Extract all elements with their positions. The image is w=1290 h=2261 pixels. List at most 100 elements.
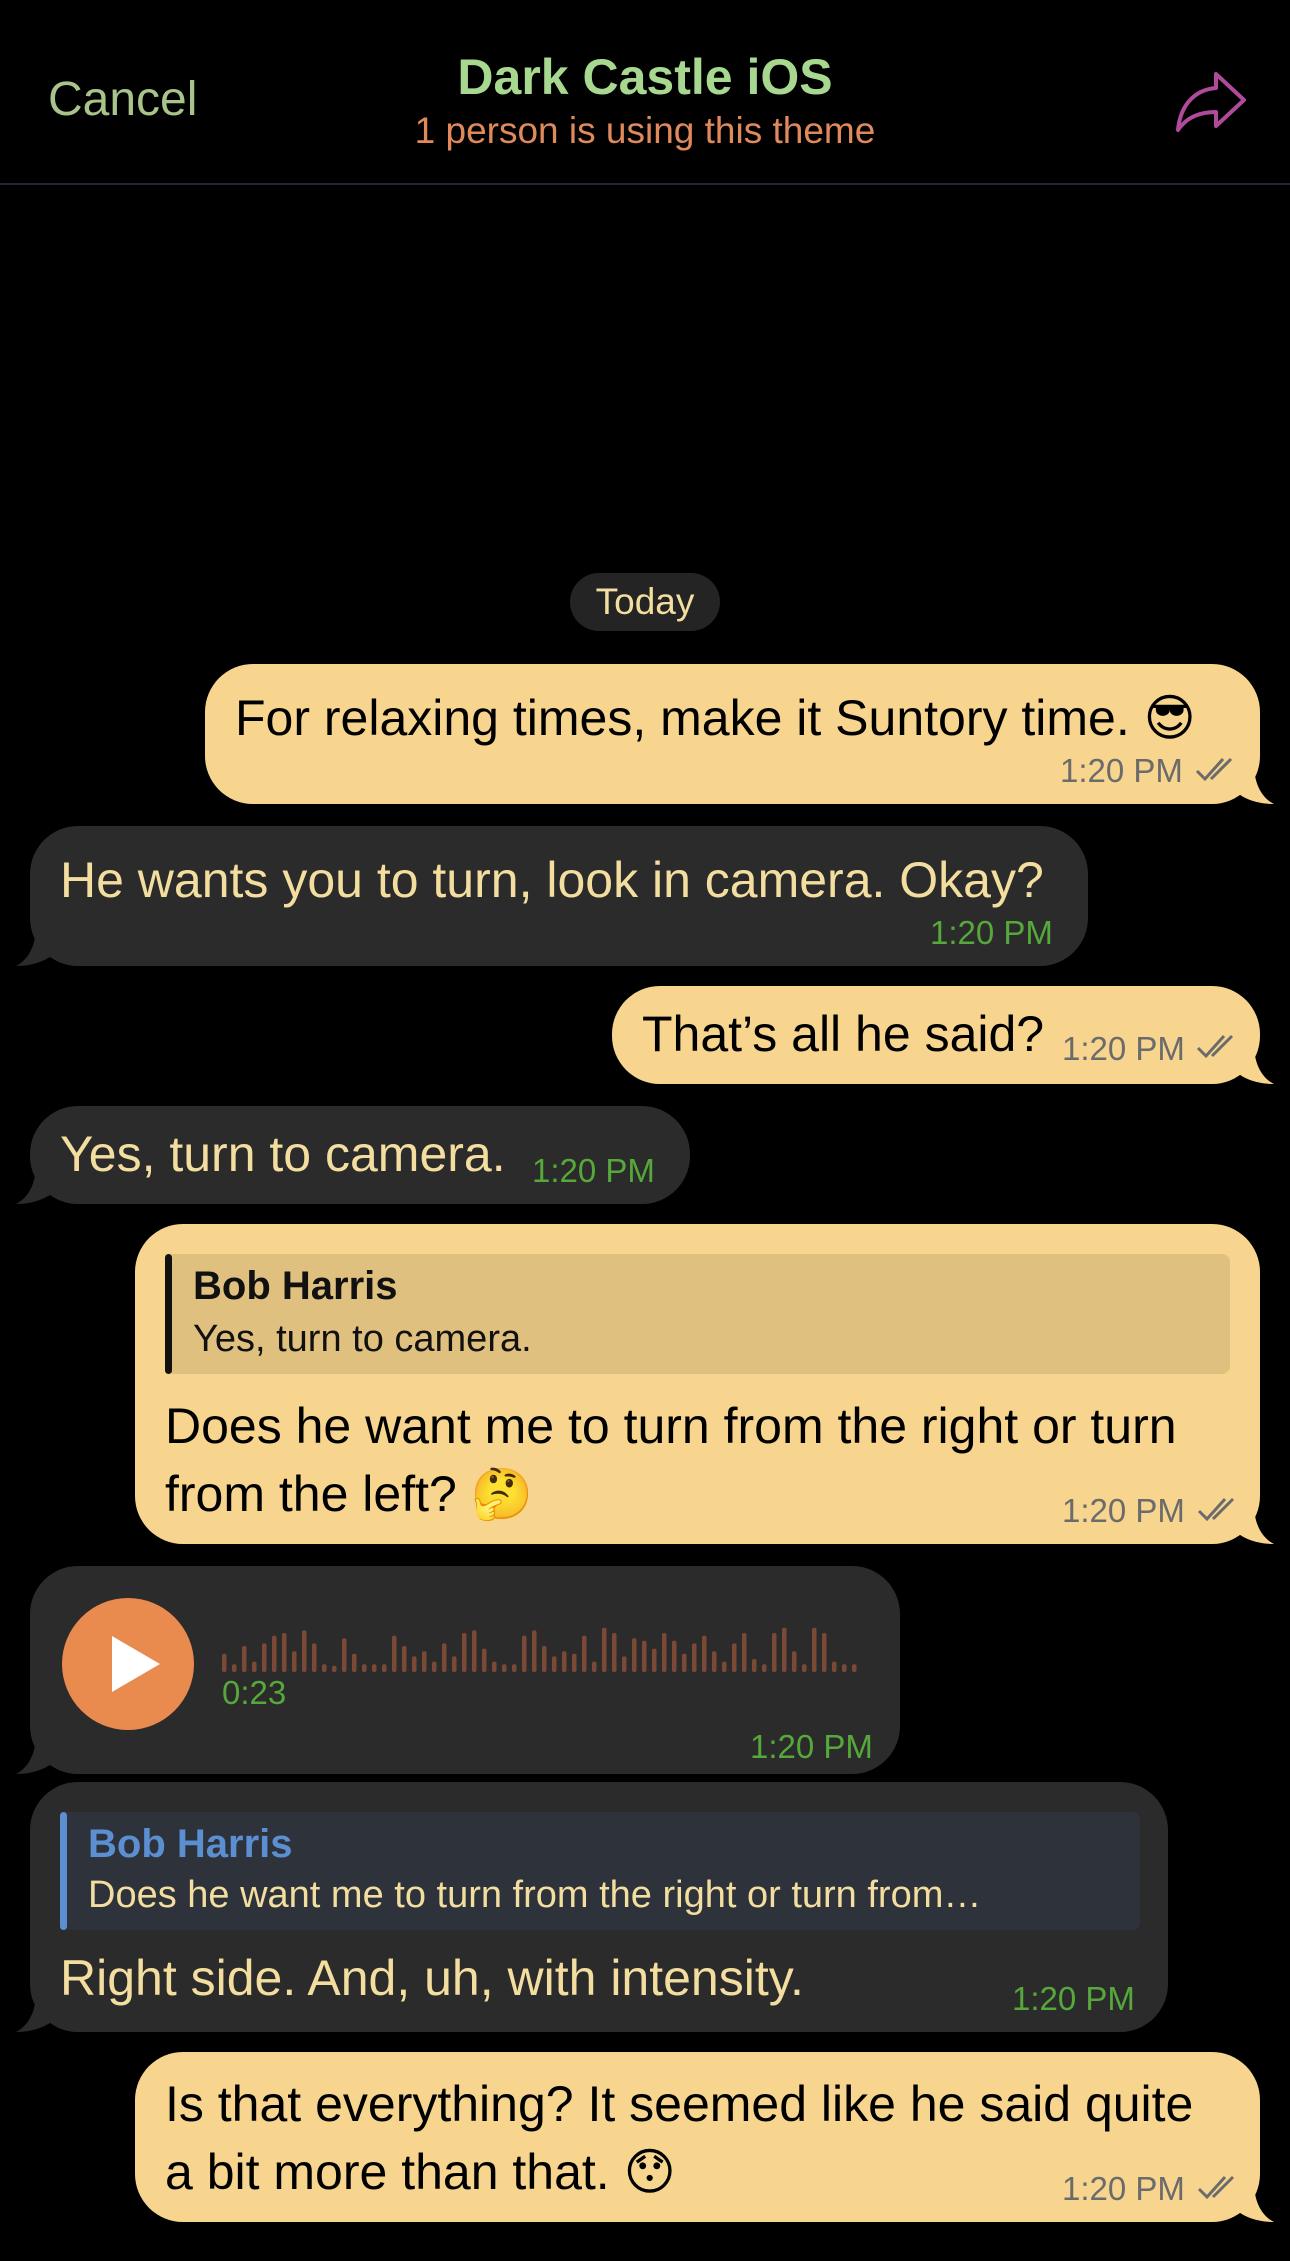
- bubble-tail: [1234, 1044, 1274, 1084]
- reply-quote[interactable]: Bob Harris Yes, turn to camera.: [165, 1254, 1230, 1374]
- message-time: 1:20 PM: [1062, 2170, 1185, 2207]
- message-bubble-incoming[interactable]: Bob Harris Does he want me to turn from …: [16, 1782, 1168, 2032]
- waveform-bar: [222, 1653, 227, 1672]
- waveform-bar: [592, 1661, 597, 1672]
- reply-author: Bob Harris: [193, 1264, 398, 1308]
- waveform-bar: [502, 1664, 507, 1672]
- waveform-bar: [482, 1648, 487, 1672]
- message-text-line: Does he want me to turn from the right o…: [165, 1398, 1177, 1454]
- date-separator: Today: [570, 573, 720, 631]
- message-text: For relaxing times, make it Suntory time…: [235, 690, 1196, 746]
- play-icon: [112, 1636, 160, 1692]
- message-bubble-incoming[interactable]: He wants you to turn, look in camera. Ok…: [16, 826, 1088, 966]
- bubble-tail: [16, 926, 56, 966]
- waveform-bar: [432, 1661, 437, 1672]
- message-text: Yes, turn to camera.: [60, 1126, 506, 1182]
- waveform-bar: [602, 1627, 607, 1672]
- reply-text: Does he want me to turn from the right o…: [88, 1874, 982, 1916]
- waveform-bar: [252, 1661, 257, 1672]
- waveform-bar: [332, 1665, 337, 1672]
- waveform-bar: [742, 1633, 747, 1672]
- waveform-bar: [442, 1643, 447, 1672]
- waveform-bar: [762, 1664, 767, 1672]
- waveform-bar: [752, 1659, 757, 1672]
- message-time: 1:20 PM: [1062, 1492, 1185, 1529]
- waveform-bar: [292, 1651, 297, 1672]
- waveform-bar: [472, 1630, 477, 1672]
- waveform-bar: [352, 1653, 357, 1672]
- waveform-bar: [772, 1633, 777, 1672]
- waveform-bar: [342, 1638, 347, 1672]
- waveform-bar: [572, 1653, 577, 1672]
- voice-duration: 0:23: [222, 1674, 287, 1711]
- waveform-bar: [412, 1656, 417, 1672]
- waveform-bar: [722, 1661, 727, 1672]
- share-arrow-icon[interactable]: [1172, 66, 1250, 136]
- waveform-bar: [232, 1664, 237, 1672]
- reply-quote[interactable]: Bob Harris Does he want me to turn from …: [60, 1812, 1140, 1930]
- message-text: Right side. And, uh, with intensity.: [60, 1950, 804, 2006]
- message-time: 1:20 PM: [532, 1152, 655, 1189]
- waveform-bar: [622, 1656, 627, 1672]
- waveform-bar: [632, 1638, 637, 1672]
- reply-bar: [60, 1812, 67, 1930]
- waveform-bar: [272, 1635, 277, 1672]
- waveform-bar: [362, 1664, 367, 1672]
- voice-message-bubble[interactable]: 0:23 1:20 PM: [16, 1566, 900, 1774]
- waveform-bar: [812, 1627, 817, 1672]
- waveform-bar: [782, 1627, 787, 1672]
- waveform-bar: [552, 1656, 557, 1672]
- bubble-tail: [1234, 764, 1274, 804]
- waveform-bar: [662, 1633, 667, 1672]
- message-bubble-outgoing[interactable]: Is that everything? It seemed like he sa…: [135, 2052, 1274, 2222]
- waveform-bar: [832, 1661, 837, 1672]
- waveform-bar: [682, 1653, 687, 1672]
- voice-waveform[interactable]: [222, 1618, 872, 1674]
- waveform-bar: [422, 1651, 427, 1672]
- waveform-bar: [512, 1664, 517, 1672]
- waveform-bar: [612, 1633, 617, 1672]
- message-bubble-outgoing[interactable]: That’s all he said? 1:20 PM: [612, 986, 1274, 1084]
- message-time: 1:20 PM: [1062, 1030, 1185, 1067]
- waveform-bar: [652, 1648, 657, 1672]
- bubble-tail: [16, 1734, 56, 1774]
- waveform-bar: [302, 1630, 307, 1672]
- waveform-bar: [802, 1664, 807, 1672]
- message-bubble-outgoing[interactable]: Bob Harris Yes, turn to camera. Does he …: [135, 1224, 1274, 1544]
- theme-usage-subtitle: 1 person is using this theme: [414, 110, 876, 151]
- double-check-icon: [1195, 757, 1233, 782]
- waveform-bar: [692, 1643, 697, 1672]
- waveform-bar: [642, 1640, 647, 1672]
- waveform-bar: [382, 1664, 387, 1672]
- waveform-bar: [312, 1643, 317, 1672]
- reply-text: Yes, turn to camera.: [193, 1318, 532, 1360]
- theme-title: Dark Castle iOS: [457, 49, 833, 105]
- waveform-bar: [842, 1664, 847, 1672]
- double-check-icon: [1197, 1497, 1235, 1522]
- nav-header: Cancel Dark Castle iOS 1 person is using…: [0, 0, 1290, 185]
- waveform-bar: [402, 1646, 407, 1672]
- double-check-icon: [1196, 1034, 1234, 1059]
- message-time: 1:20 PM: [1060, 752, 1183, 789]
- waveform-bar: [822, 1633, 827, 1672]
- waveform-bar: [562, 1651, 567, 1672]
- message-text: That’s all he said?: [642, 1006, 1045, 1062]
- reply-bar: [165, 1254, 172, 1374]
- waveform-bar: [522, 1635, 527, 1672]
- message-bubble-outgoing[interactable]: For relaxing times, make it Suntory time…: [205, 664, 1274, 804]
- waveform-bar: [262, 1643, 267, 1672]
- bubble-tail: [16, 1164, 56, 1204]
- waveform-bar: [712, 1651, 717, 1672]
- waveform-bar: [532, 1630, 537, 1672]
- waveform-bar: [392, 1635, 397, 1672]
- waveform-bar: [242, 1646, 247, 1672]
- waveform-bar: [852, 1664, 857, 1672]
- message-time: 1:20 PM: [1012, 1980, 1135, 2017]
- waveform-bar: [792, 1651, 797, 1672]
- waveform-bar: [282, 1633, 287, 1672]
- message-bubble-incoming[interactable]: Yes, turn to camera. 1:20 PM: [16, 1106, 690, 1204]
- message-text: He wants you to turn, look in camera. Ok…: [60, 852, 1044, 908]
- waveform-bar: [582, 1635, 587, 1672]
- message-time: 1:20 PM: [750, 1728, 873, 1765]
- play-button[interactable]: [62, 1598, 194, 1730]
